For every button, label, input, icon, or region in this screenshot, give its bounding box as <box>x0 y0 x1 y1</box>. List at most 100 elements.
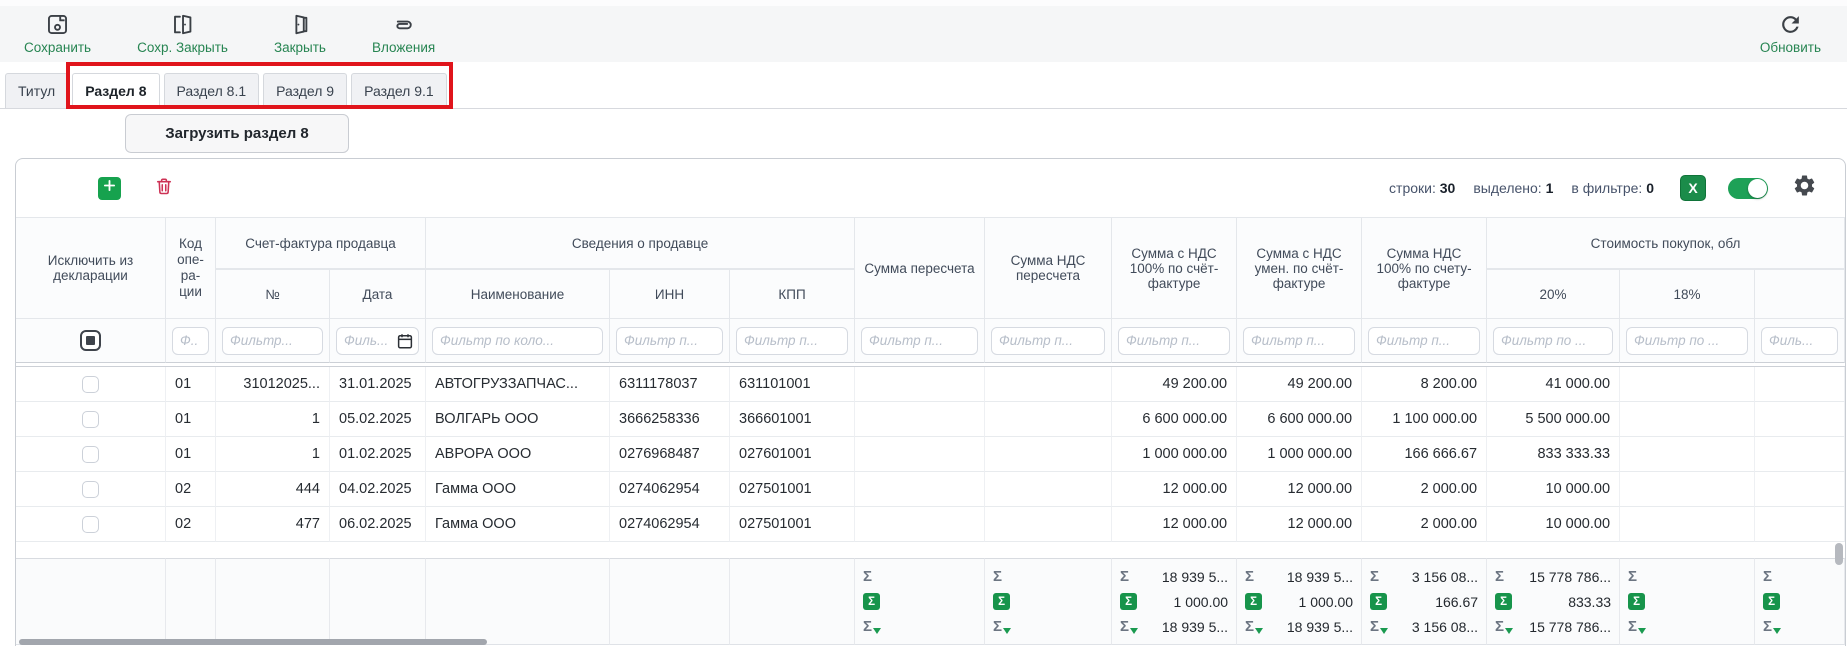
cell-rate-20[interactable]: 10 000.00 <box>1487 472 1620 507</box>
filter-input-recalc-sum[interactable] <box>861 327 978 355</box>
cell-sum-with-vat-100[interactable]: 12 000.00 <box>1112 472 1237 507</box>
cell-recalc-vat[interactable] <box>985 472 1112 507</box>
cell-rate-next[interactable] <box>1755 437 1845 472</box>
cell-recalc-vat[interactable] <box>985 367 1112 402</box>
cell-sum-with-vat-reduced[interactable]: 6 600 000.00 <box>1237 402 1362 437</box>
cell-invoice-number[interactable]: 1 <box>216 437 330 472</box>
column-header-seller-inn[interactable]: ИНН <box>610 269 730 319</box>
cell-sum-with-vat-100[interactable]: 1 000 000.00 <box>1112 437 1237 472</box>
cell-recalc-sum[interactable] <box>855 437 985 472</box>
delete-row-button[interactable] <box>153 175 175 202</box>
cell-op-code[interactable]: 02 <box>166 507 216 542</box>
cell-vat-100[interactable]: 1 100 000.00 <box>1362 402 1487 437</box>
cell-sum-with-vat-100[interactable]: 12 000.00 <box>1112 507 1237 542</box>
cell-invoice-number[interactable]: 31012025... <box>216 367 330 402</box>
table-row[interactable]: 0131012025...31.01.2025АВТОГРУЗЗАПЧАС...… <box>16 367 1845 402</box>
column-header-op-code[interactable]: Код опе- ра- ции <box>166 217 216 319</box>
cell-sum-with-vat-100[interactable]: 6 600 000.00 <box>1112 402 1237 437</box>
cell-sum-with-vat-reduced[interactable]: 12 000.00 <box>1237 472 1362 507</box>
column-header-exclude[interactable]: Исключить из декларации <box>16 217 166 319</box>
column-header-seller-kpp[interactable]: КПП <box>730 269 855 319</box>
row-exclude-checkbox[interactable] <box>82 446 99 463</box>
cell-invoice-date[interactable]: 01.02.2025 <box>330 437 426 472</box>
column-header-vat-100[interactable]: Сумма НДС 100% по счету-фактуре <box>1362 217 1487 319</box>
cell-seller-name[interactable]: Гамма ООО <box>426 472 610 507</box>
cell-invoice-number[interactable]: 444 <box>216 472 330 507</box>
cell-seller-inn[interactable]: 3666258336 <box>610 402 730 437</box>
filter-input-seller-inn[interactable] <box>616 327 723 355</box>
column-header-sum-with-vat-reduced[interactable]: Сумма с НДС умен. по счёт-фактуре <box>1237 217 1362 319</box>
tab-razdel-9-1[interactable]: Раздел 9.1 <box>351 73 447 108</box>
cell-rate-20[interactable]: 41 000.00 <box>1487 367 1620 402</box>
cell-invoice-date[interactable]: 04.02.2025 <box>330 472 426 507</box>
cell-recalc-vat[interactable] <box>985 507 1112 542</box>
cell-op-code[interactable]: 01 <box>166 437 216 472</box>
calendar-icon[interactable] <box>396 332 414 350</box>
cell-op-code[interactable]: 02 <box>166 472 216 507</box>
tab-titul[interactable]: Титул <box>5 73 68 108</box>
add-row-button[interactable] <box>98 177 121 200</box>
column-header-rate-18[interactable]: 18% <box>1620 269 1755 319</box>
cell-seller-kpp[interactable]: 027501001 <box>730 507 855 542</box>
cell-rate-next[interactable] <box>1755 367 1845 402</box>
column-header-seller-name[interactable]: Наименование <box>426 269 610 319</box>
cell-seller-inn[interactable]: 0276968487 <box>610 437 730 472</box>
cell-invoice-number[interactable]: 1 <box>216 402 330 437</box>
filter-input-rate-next[interactable] <box>1761 327 1838 355</box>
column-header-invoice-date[interactable]: Дата <box>330 269 426 319</box>
cell-recalc-sum[interactable] <box>855 472 985 507</box>
cell-seller-name[interactable]: Гамма ООО <box>426 507 610 542</box>
cell-seller-kpp[interactable]: 027501001 <box>730 472 855 507</box>
filter-input-op-code[interactable] <box>172 327 209 355</box>
cell-rate-18[interactable] <box>1620 402 1755 437</box>
table-row[interactable]: 01105.02.2025ВОЛГАРЬ ООО3666258336366601… <box>16 402 1845 437</box>
cell-invoice-number[interactable]: 477 <box>216 507 330 542</box>
filter-input-rate-20[interactable] <box>1493 327 1613 355</box>
tab-razdel-9[interactable]: Раздел 9 <box>263 73 347 108</box>
cell-seller-inn[interactable]: 0274062954 <box>610 472 730 507</box>
close-button[interactable]: Закрыть <box>274 12 326 55</box>
filter-input-vat-100[interactable] <box>1368 327 1480 355</box>
column-header-rate-20[interactable]: 20% <box>1487 269 1620 319</box>
cell-rate-20[interactable]: 5 500 000.00 <box>1487 402 1620 437</box>
refresh-button[interactable]: Обновить <box>1760 12 1821 55</box>
horizontal-scrollbar[interactable] <box>19 639 487 645</box>
cell-sum-with-vat-reduced[interactable]: 49 200.00 <box>1237 367 1362 402</box>
cell-recalc-sum[interactable] <box>855 507 985 542</box>
cell-seller-kpp[interactable]: 366601001 <box>730 402 855 437</box>
column-header-recalc-vat[interactable]: Сумма НДС пересчета <box>985 217 1112 319</box>
select-all-checkbox[interactable] <box>80 330 101 351</box>
cell-rate-18[interactable] <box>1620 507 1755 542</box>
vertical-scrollbar[interactable] <box>1835 543 1843 565</box>
filter-input-sum-with-vat-100[interactable] <box>1118 327 1230 355</box>
attachments-button[interactable]: Вложения <box>372 12 435 55</box>
settings-gear-button[interactable] <box>1792 173 1817 203</box>
cell-rate-next[interactable] <box>1755 402 1845 437</box>
cell-rate-next[interactable] <box>1755 472 1845 507</box>
row-exclude-checkbox[interactable] <box>82 481 99 498</box>
table-row[interactable]: 01101.02.2025АВРОРА ООО02769684870276010… <box>16 437 1845 472</box>
tab-razdel-8[interactable]: Раздел 8 <box>72 73 159 109</box>
save-button[interactable]: Сохранить <box>24 12 91 55</box>
cell-sum-with-vat-reduced[interactable]: 1 000 000.00 <box>1237 437 1362 472</box>
cell-rate-18[interactable] <box>1620 472 1755 507</box>
cell-sum-with-vat-100[interactable]: 49 200.00 <box>1112 367 1237 402</box>
column-header-recalc-sum[interactable]: Сумма пересчета <box>855 217 985 319</box>
cell-seller-name[interactable]: АВТОГРУЗЗАПЧАС... <box>426 367 610 402</box>
cell-invoice-date[interactable]: 06.02.2025 <box>330 507 426 542</box>
cell-recalc-vat[interactable] <box>985 437 1112 472</box>
cell-vat-100[interactable]: 166 666.67 <box>1362 437 1487 472</box>
cell-rate-20[interactable]: 10 000.00 <box>1487 507 1620 542</box>
cell-rate-18[interactable] <box>1620 437 1755 472</box>
export-excel-button[interactable]: X <box>1680 175 1706 201</box>
filter-input-sum-with-vat-reduced[interactable] <box>1243 327 1355 355</box>
filter-input-invoice-number[interactable] <box>222 327 323 355</box>
cell-seller-kpp[interactable]: 027601001 <box>730 437 855 472</box>
cell-vat-100[interactable]: 8 200.00 <box>1362 367 1487 402</box>
grid-toggle-switch[interactable] <box>1728 178 1768 199</box>
filter-input-seller-name[interactable] <box>432 327 603 355</box>
row-exclude-checkbox[interactable] <box>82 376 99 393</box>
load-section-8-button[interactable]: Загрузить раздел 8 <box>125 114 349 153</box>
cell-op-code[interactable]: 01 <box>166 367 216 402</box>
cell-seller-name[interactable]: ВОЛГАРЬ ООО <box>426 402 610 437</box>
